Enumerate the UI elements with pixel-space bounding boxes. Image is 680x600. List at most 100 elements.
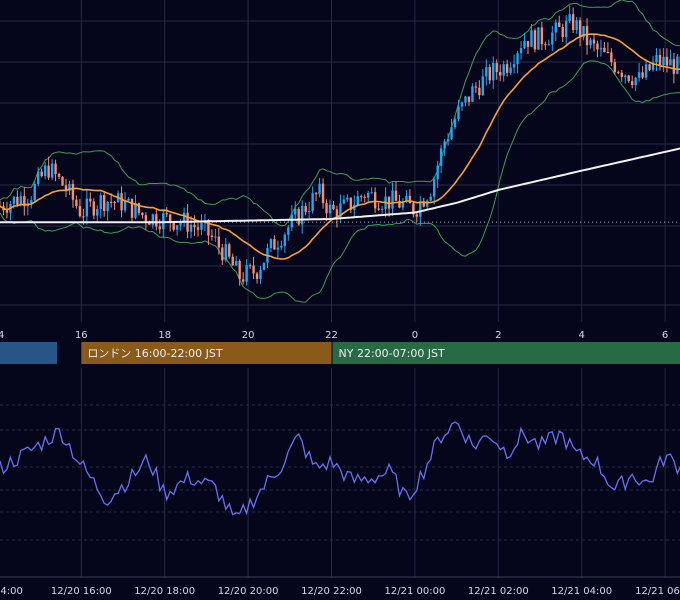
candle[interactable] (648, 64, 651, 70)
candle[interactable] (144, 215, 148, 223)
candle[interactable] (453, 119, 457, 128)
candle[interactable] (96, 209, 99, 216)
candle[interactable] (419, 201, 422, 217)
candle[interactable] (193, 224, 196, 228)
candle[interactable] (429, 196, 432, 201)
candle[interactable] (537, 27, 540, 50)
candle[interactable] (248, 265, 252, 267)
candle[interactable] (231, 256, 234, 266)
candle[interactable] (512, 64, 516, 68)
candle[interactable] (113, 202, 116, 204)
candle[interactable] (155, 214, 158, 227)
candle[interactable] (259, 269, 262, 279)
candle[interactable] (554, 22, 557, 33)
candle[interactable] (61, 176, 64, 186)
candle[interactable] (662, 56, 665, 66)
candle[interactable] (196, 227, 200, 230)
candle[interactable] (287, 227, 290, 235)
candle[interactable] (130, 198, 134, 218)
candle[interactable] (380, 209, 384, 211)
candle[interactable] (464, 96, 467, 103)
candle[interactable] (433, 179, 436, 197)
candle[interactable] (85, 198, 89, 217)
candle[interactable] (360, 196, 363, 198)
candle[interactable] (19, 196, 23, 205)
candle[interactable] (373, 192, 377, 209)
candle[interactable] (603, 47, 606, 52)
candle[interactable] (408, 195, 412, 204)
candle[interactable] (210, 235, 214, 237)
candle[interactable] (377, 208, 380, 210)
candle[interactable] (589, 39, 592, 46)
candle[interactable] (568, 14, 571, 21)
candle[interactable] (426, 200, 429, 207)
candle[interactable] (75, 199, 78, 207)
candle[interactable] (516, 53, 519, 65)
candle[interactable] (530, 30, 533, 47)
candle[interactable] (627, 75, 630, 82)
candle[interactable] (238, 261, 241, 280)
candle[interactable] (224, 244, 227, 261)
candle[interactable] (485, 67, 488, 77)
candle[interactable] (179, 222, 182, 226)
candle[interactable] (474, 86, 478, 88)
candle[interactable] (172, 222, 175, 230)
candle[interactable] (547, 44, 551, 46)
candle[interactable] (367, 192, 370, 198)
candle[interactable] (502, 64, 505, 76)
candle[interactable] (540, 27, 544, 45)
candle[interactable] (363, 196, 366, 198)
candle[interactable] (533, 30, 537, 50)
candle[interactable] (189, 224, 193, 232)
candle[interactable] (481, 76, 485, 96)
candle[interactable] (99, 195, 102, 210)
candle[interactable] (558, 22, 561, 27)
candle[interactable] (120, 193, 123, 211)
candle[interactable] (613, 62, 617, 73)
candle[interactable] (439, 148, 443, 166)
candle[interactable] (78, 206, 82, 217)
candle[interactable] (57, 173, 61, 177)
candle[interactable] (630, 81, 634, 86)
candle[interactable] (578, 20, 582, 38)
candle[interactable] (467, 96, 471, 102)
candle[interactable] (82, 216, 85, 218)
candle[interactable] (325, 203, 328, 214)
candle[interactable] (165, 213, 168, 215)
candle[interactable] (92, 201, 95, 216)
candle[interactable] (370, 192, 373, 194)
candle[interactable] (342, 199, 346, 204)
candle[interactable] (175, 225, 179, 230)
candle[interactable] (551, 32, 554, 45)
candle[interactable] (495, 63, 498, 73)
candle[interactable] (16, 196, 19, 205)
candle[interactable] (544, 44, 547, 46)
session-bar-tokyo[interactable] (0, 342, 57, 364)
candle[interactable] (127, 198, 130, 201)
candle[interactable] (318, 183, 321, 195)
candle[interactable] (509, 67, 512, 73)
candle[interactable] (523, 40, 526, 49)
candle[interactable] (54, 163, 57, 174)
candle[interactable] (624, 75, 627, 78)
candle[interactable] (478, 87, 481, 96)
candle[interactable] (526, 40, 530, 47)
candle[interactable] (519, 48, 523, 54)
candle[interactable] (71, 183, 75, 200)
candle[interactable] (394, 190, 398, 201)
candle[interactable] (200, 223, 203, 230)
candle[interactable] (658, 54, 662, 66)
candle[interactable] (328, 204, 332, 214)
candle[interactable] (505, 64, 509, 73)
candle[interactable] (446, 138, 450, 142)
candle[interactable] (655, 54, 658, 63)
candle[interactable] (634, 77, 637, 86)
candle[interactable] (332, 204, 335, 210)
candle[interactable] (50, 163, 54, 178)
price-chart[interactable]: 4 16 18 20 22 0 2 4 6 ロンドン 16:00-22:00 JST NY 22:0… (0, 0, 680, 600)
candle[interactable] (283, 234, 287, 246)
candle[interactable] (123, 200, 127, 211)
candle[interactable] (43, 165, 47, 177)
candle[interactable] (151, 214, 155, 225)
candle[interactable] (592, 39, 596, 44)
